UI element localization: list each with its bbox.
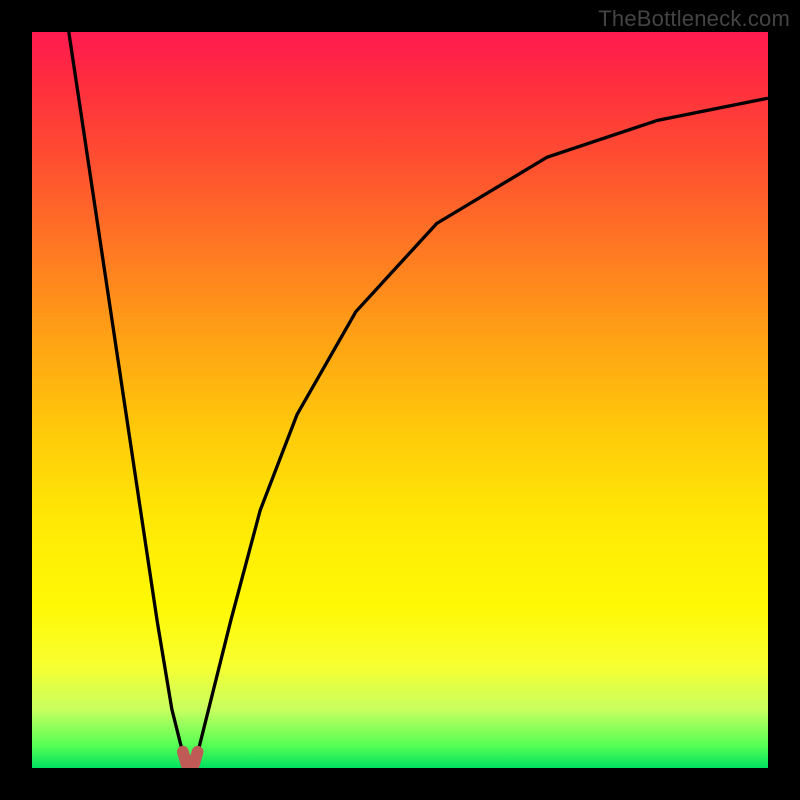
chart-svg	[32, 32, 768, 768]
curve-left	[69, 32, 183, 753]
watermark-text: TheBottleneck.com	[598, 6, 790, 32]
curve-right	[198, 98, 768, 753]
outer-frame: TheBottleneck.com	[0, 0, 800, 800]
min-marker	[183, 752, 198, 767]
plot-area	[32, 32, 768, 768]
